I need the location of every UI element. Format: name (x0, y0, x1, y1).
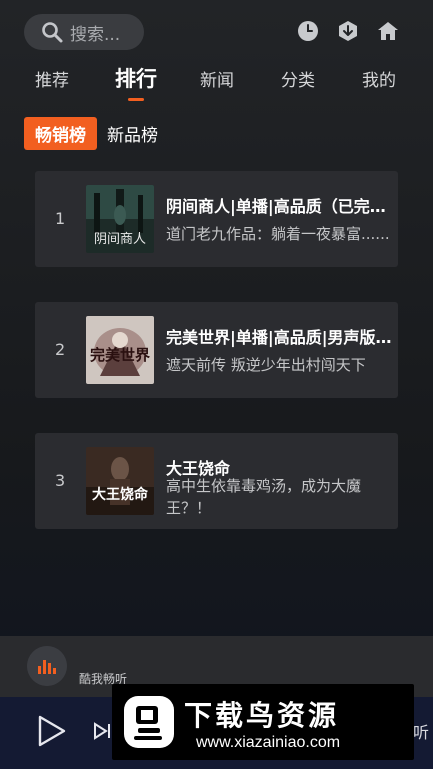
search-placeholder: 搜索... (70, 24, 121, 45)
tab-category[interactable]: 分类 (281, 66, 315, 91)
next-track-icon[interactable] (92, 721, 112, 741)
play-icon[interactable] (34, 714, 68, 748)
tab-ranking[interactable]: 排行 (115, 63, 157, 101)
history-icon[interactable] (297, 20, 319, 42)
watermark-url: www.xiazainiao.com (196, 734, 341, 751)
book-rank: 2 (55, 340, 66, 359)
book-item[interactable]: 2 完美世界 完美世界|单播|高品质|男声版|有声小说 遮天前传 叛逆少年出村闯… (35, 302, 398, 398)
book-cover: 大王饶命 (86, 447, 154, 515)
book-cover: 阴间商人 (86, 185, 154, 253)
book-desc: 道门老九作品：躺着一夜暴富...... (166, 225, 390, 243)
cover-title-text: 完美世界 (90, 346, 150, 364)
watermark-title: 下载鸟资源 (184, 699, 340, 732)
subtab-new[interactable]: 新品榜 (107, 121, 158, 146)
watermark-bird-logo (124, 696, 174, 748)
book-rank: 3 (55, 471, 66, 490)
book-desc: 高中生依靠毒鸡汤，成为大魔王？！ (166, 477, 362, 517)
watermark-overlay: 下载鸟资源 www.xiazainiao.com (112, 684, 414, 760)
book-item[interactable]: 1 阴间商人 阴间商人|单播|高品质（已完结） 道门老九作品：躺着一夜暴富...… (35, 171, 398, 267)
search-input[interactable]: 搜索... (24, 14, 144, 50)
book-title: 阴间商人|单播|高品质（已完结） (166, 197, 394, 216)
book-item[interactable]: 3 大王饶命 大王饶命 高中生依靠毒鸡汤，成为大魔王？！ (35, 433, 398, 529)
download-icon[interactable] (337, 20, 359, 42)
book-title: 完美世界|单播|高品质|男声版|有声小说 (166, 328, 394, 347)
tab-recommend[interactable]: 推荐 (35, 66, 69, 91)
book-list: 1 阴间商人 阴间商人|单播|高品质（已完结） 道门老九作品：躺着一夜暴富...… (35, 171, 398, 564)
book-rank: 1 (55, 209, 66, 228)
book-cover: 完美世界 (86, 316, 154, 384)
cover-title-text: 大王饶命 (92, 486, 149, 503)
book-desc: 遮天前传 叛逆少年出村闯天下 (166, 356, 366, 374)
ranking-subtabs: 畅销榜 新品榜 (24, 117, 158, 150)
tab-mine[interactable]: 我的 (362, 66, 396, 91)
cover-title-text: 阴间商人 (94, 232, 146, 247)
brand-logo-icon (27, 646, 67, 686)
subtab-bestseller[interactable]: 畅销榜 (24, 117, 97, 150)
home-icon[interactable] (377, 20, 399, 42)
search-icon (42, 22, 63, 43)
tab-news[interactable]: 新闻 (200, 66, 234, 91)
main-tabs: 推荐 排行 新闻 分类 我的 (0, 63, 433, 101)
